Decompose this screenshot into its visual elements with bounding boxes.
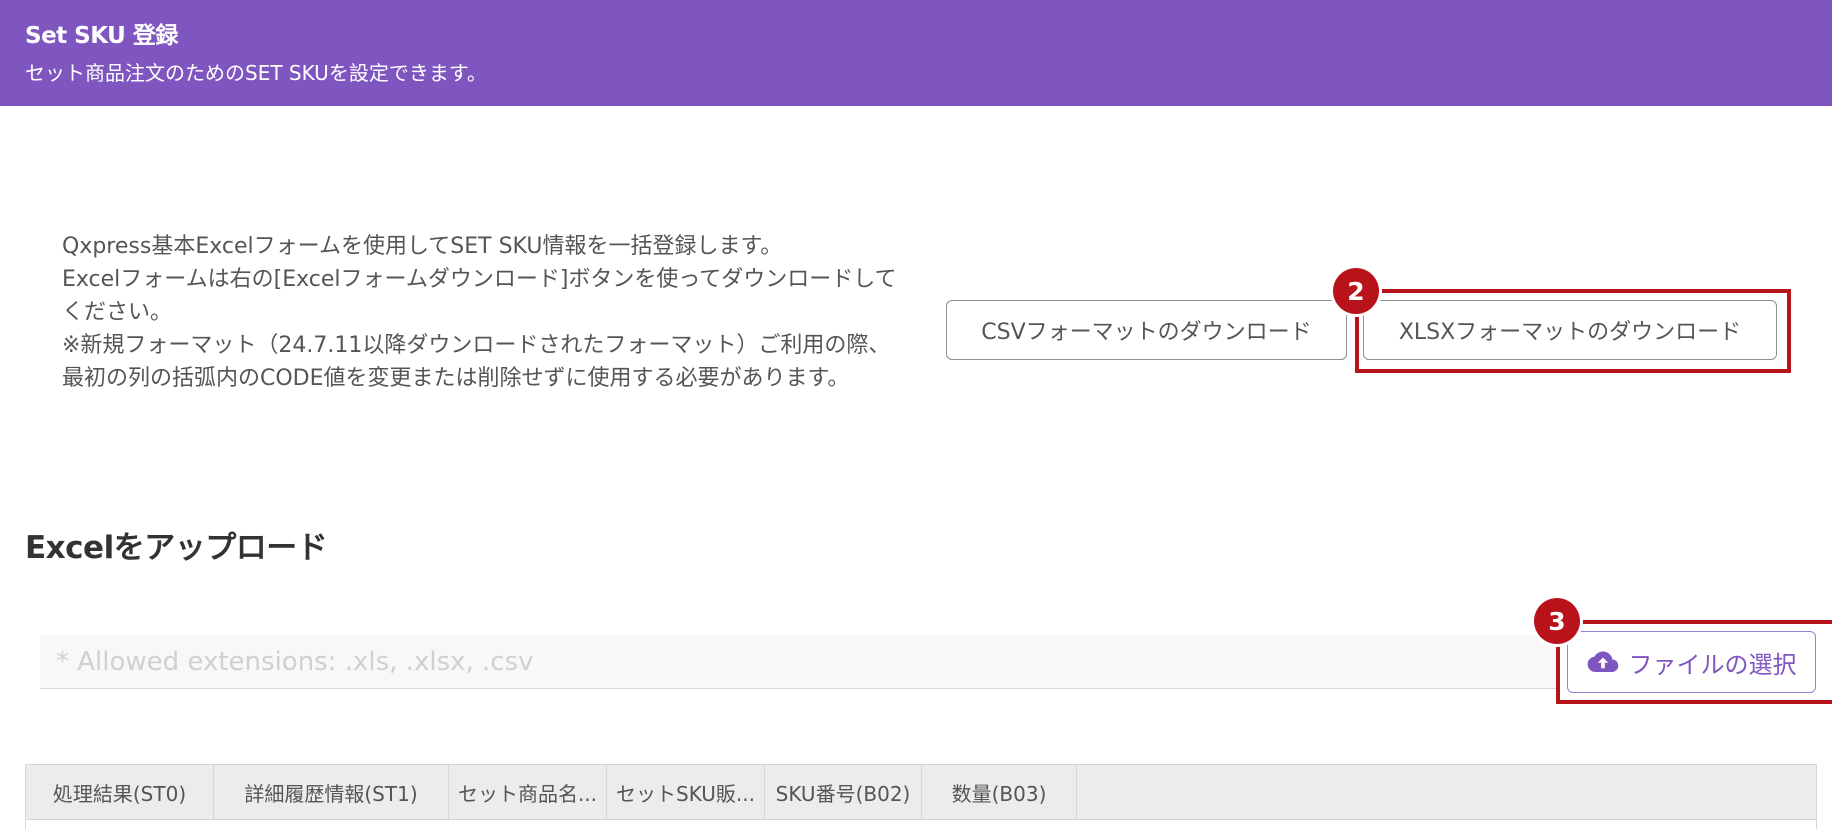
upload-result-table: 処理結果(ST0) 詳細履歴情報(ST1) セット商品名... セットSKU販.… [25,764,1817,829]
page-header: Set SKU 登録 セット商品注文のためのSET SKUを設定できます。 [0,0,1832,106]
page-subtitle: セット商品注文のためのSET SKUを設定できます。 [25,61,487,85]
file-path-input[interactable] [40,635,1560,689]
column-header-set-sku-sales[interactable]: セットSKU販... [607,765,765,819]
file-select-highlight [1556,620,1832,704]
column-header-detail-history[interactable]: 詳細履歴情報(ST1) [214,765,449,819]
column-header-sku-number[interactable]: SKU番号(B02) [765,765,922,819]
column-header-empty [1077,765,1816,819]
instructions-line-3: ※新規フォーマット（24.7.11以降ダウンロードされたフォーマット）ご利用の際… [62,333,891,391]
instructions-line-2: Excelフォームは右の[Excelフォームダウンロード]ボタンを使ってダウンロ… [62,267,897,325]
table-header-row: 処理結果(ST0) 詳細履歴情報(ST1) セット商品名... セットSKU販.… [26,765,1816,820]
step-marker-3: 3 [1534,598,1580,644]
instructions-text: Qxpress基本Excelフォームを使用してSET SKU情報を一括登録します… [62,230,907,395]
column-header-quantity[interactable]: 数量(B03) [922,765,1077,819]
upload-section-title: Excelをアップロード [25,530,328,566]
column-header-result[interactable]: 処理結果(ST0) [26,765,214,819]
xlsx-download-highlight [1355,289,1791,373]
instructions-line-1: Qxpress基本Excelフォームを使用してSET SKU情報を一括登録します… [62,234,783,259]
step-marker-2: 2 [1333,268,1379,314]
page-title: Set SKU 登録 [25,23,178,49]
column-header-set-product-name[interactable]: セット商品名... [449,765,607,819]
csv-download-button[interactable]: CSVフォーマットのダウンロード [946,300,1347,360]
